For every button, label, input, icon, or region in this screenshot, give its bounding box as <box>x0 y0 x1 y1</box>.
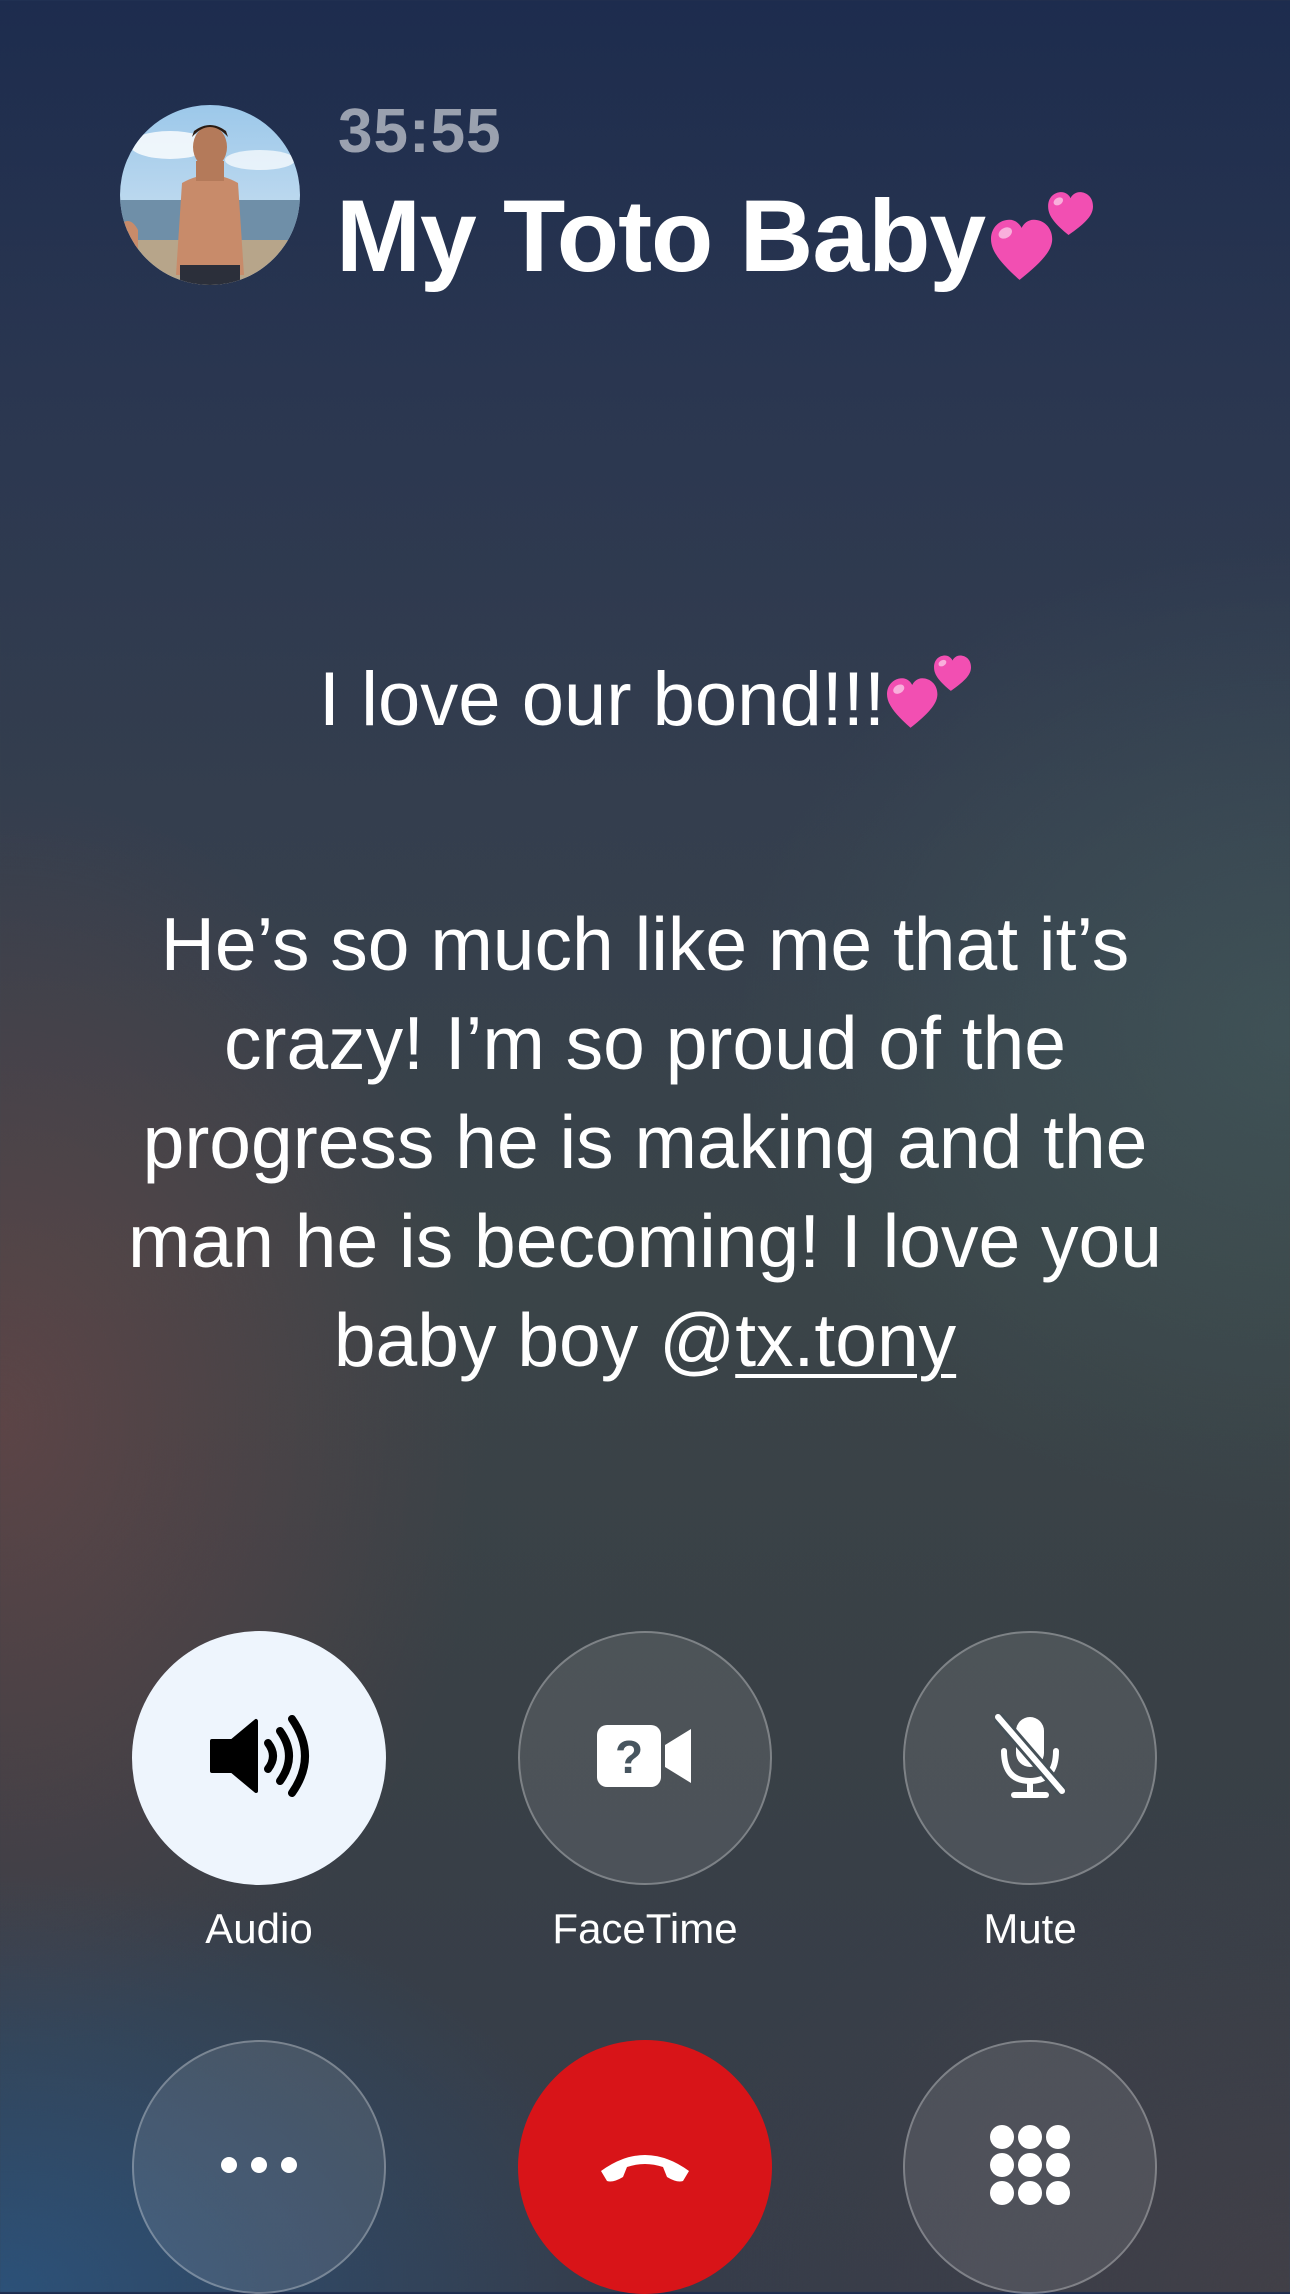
contact-header: My Toto Baby <box>336 178 1094 295</box>
svg-text:?: ? <box>615 1731 643 1783</box>
facetime-unavailable-icon: ? <box>595 1721 695 1796</box>
end-call-icon <box>597 2145 693 2190</box>
more-icon <box>219 2155 299 2180</box>
mute-label: Mute <box>983 1905 1077 1952</box>
speaker-icon <box>204 1711 314 1806</box>
two-hearts-icon <box>887 650 972 748</box>
contact-avatar[interactable] <box>120 105 300 285</box>
call-timer: 35:55 <box>338 97 502 166</box>
caption-body: He’s so much like me that it’s crazy! I’… <box>90 895 1200 1390</box>
facetime-label: FaceTime <box>552 1905 738 1952</box>
mute-button[interactable] <box>903 1631 1157 1885</box>
keypad-icon <box>988 2123 1072 2212</box>
caption-body-text: He’s so much like me that it’s crazy! I’… <box>128 902 1162 1382</box>
caption-line-1: I love our bond!!! <box>0 650 1290 748</box>
mic-off-icon <box>990 1711 1070 1806</box>
facetime-button[interactable]: ? <box>518 1631 772 1885</box>
end-call-button[interactable] <box>518 2040 772 2294</box>
audio-label: Audio <box>205 1905 313 1952</box>
caption-text: I love our bond!!! <box>318 656 886 742</box>
keypad-button[interactable] <box>903 2040 1157 2294</box>
more-button[interactable] <box>132 2040 386 2294</box>
mention-at: @ <box>659 1298 736 1382</box>
contact-name: My Toto Baby <box>336 179 986 293</box>
audio-button[interactable] <box>132 1631 386 1885</box>
mention-link[interactable]: tx.tony <box>735 1298 956 1382</box>
two-hearts-icon <box>991 186 1094 287</box>
